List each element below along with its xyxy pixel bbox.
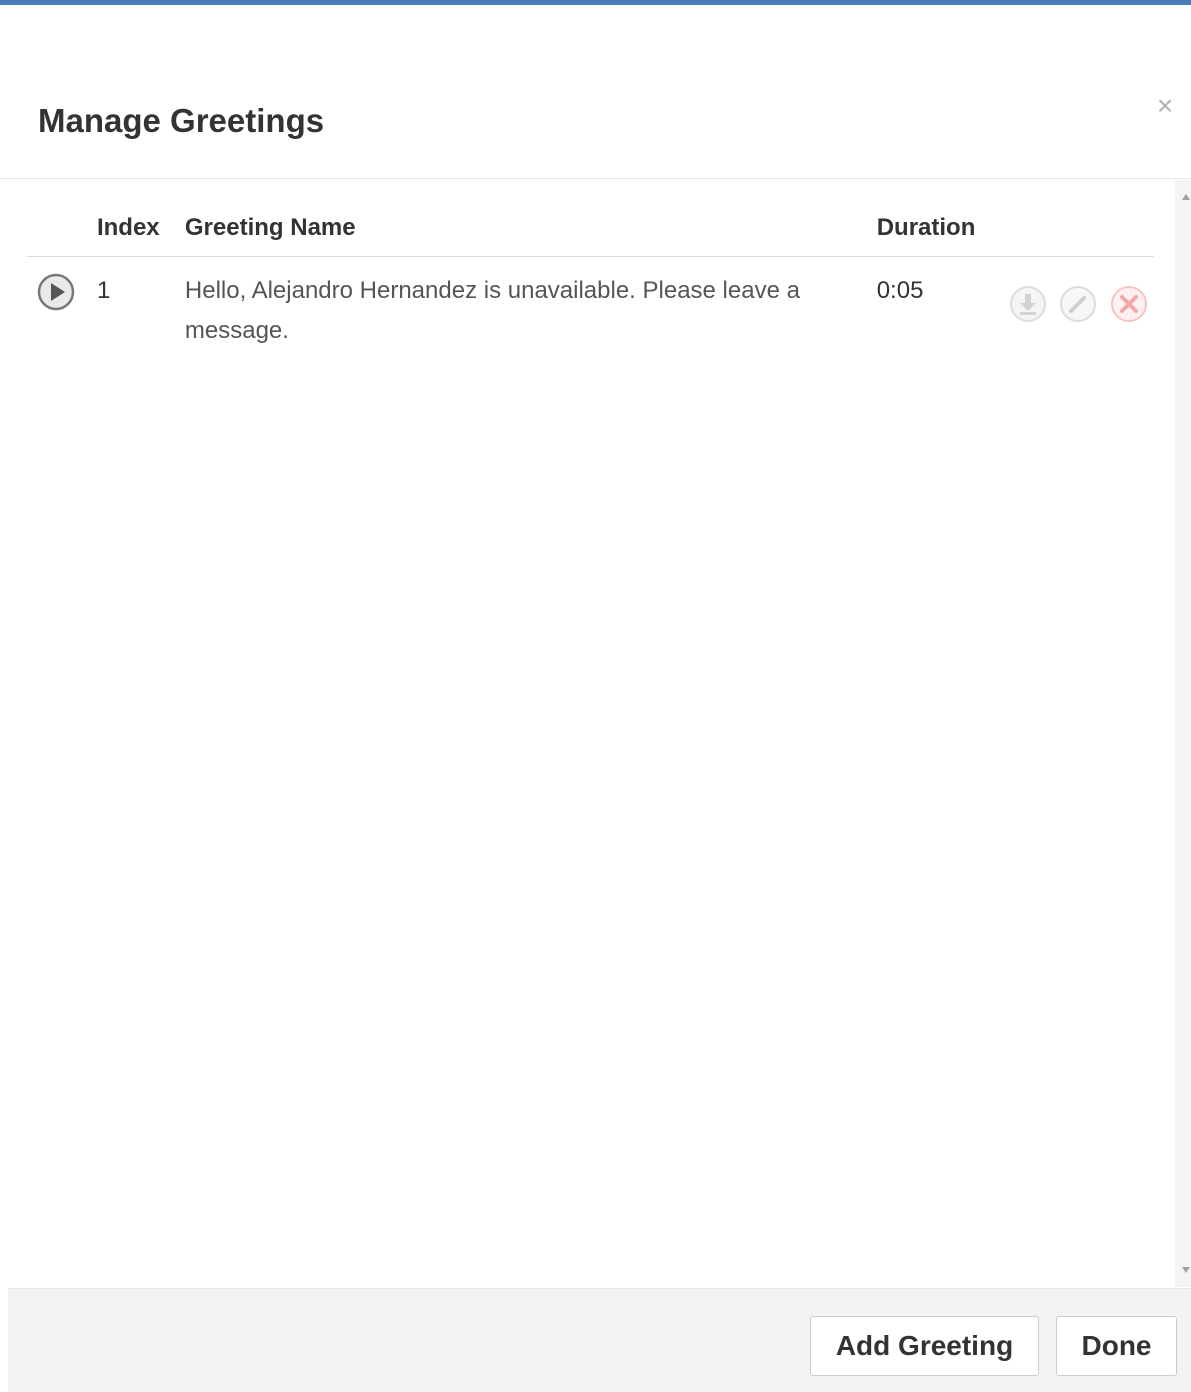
delete-icon[interactable] [1110,285,1148,323]
header-actions [1008,200,1154,257]
greetings-table: Index Greeting Name Duration 1 Hello, Al… [27,200,1154,351]
greeting-index: 1 [96,277,111,304]
header-duration: Duration [876,200,1009,257]
vertical-scrollbar[interactable] [1175,180,1191,1287]
greeting-name: Hello, Alejandro Hernandez is unavailabl… [184,277,800,344]
table-row: 1 Hello, Alejandro Hernandez is unavaila… [27,257,1154,352]
play-icon[interactable] [37,273,75,311]
dialog-footer: Add Greeting Done [8,1288,1191,1392]
table-header-row: Index Greeting Name Duration [27,200,1154,257]
manage-greetings-dialog: Manage Greetings × Index Greeting Name D… [0,0,1191,1392]
scroll-up-arrow-icon[interactable] [1182,194,1190,200]
header-greeting-name: Greeting Name [184,200,877,257]
play-cell [27,257,97,352]
add-greeting-button[interactable]: Add Greeting [810,1316,1039,1376]
done-button[interactable]: Done [1056,1316,1177,1376]
close-icon[interactable]: × [1150,91,1180,121]
greeting-name-cell: Hello, Alejandro Hernandez is unavailabl… [185,257,877,352]
dialog-title: Manage Greetings [38,102,325,139]
header-play [27,200,97,257]
header-index: Index [96,200,185,257]
dialog-header: Manage Greetings × [0,5,1191,179]
dialog-body: Index Greeting Name Duration 1 Hello, Al… [8,180,1175,1287]
greeting-duration: 0:05 [876,277,924,304]
download-icon[interactable] [1009,285,1047,323]
scroll-down-arrow-icon[interactable] [1182,1267,1190,1273]
actions-cell [1009,257,1154,352]
edit-icon[interactable] [1059,285,1097,323]
